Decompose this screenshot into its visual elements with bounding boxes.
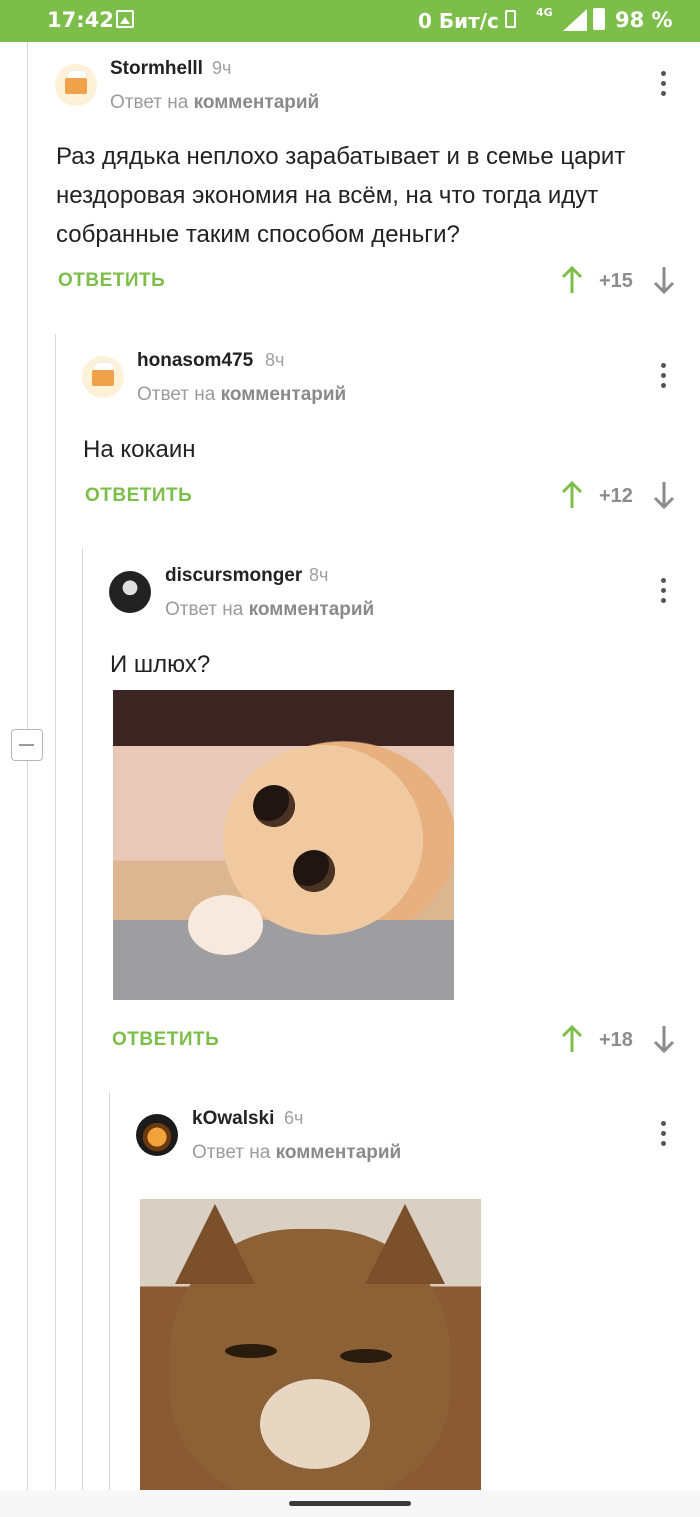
comment-username[interactable]: kOwalski — [192, 1108, 274, 1130]
thread-line[interactable] — [109, 1092, 110, 1493]
comment-image[interactable] — [140, 1199, 481, 1490]
upvote-icon[interactable] — [561, 481, 583, 509]
network-type: 4G — [536, 6, 553, 19]
more-menu-icon[interactable] — [661, 71, 667, 99]
more-menu-icon[interactable] — [661, 363, 667, 391]
upvote-icon[interactable] — [561, 266, 583, 294]
avatar[interactable] — [109, 571, 151, 613]
thread-line[interactable] — [55, 334, 56, 1493]
comment-score: +12 — [599, 485, 633, 507]
comment-text: На кокаин — [83, 436, 196, 463]
downvote-icon[interactable] — [653, 1025, 675, 1053]
reply-to-link[interactable]: комментарий — [249, 599, 375, 620]
comment-username[interactable]: discursmonger — [165, 565, 302, 587]
comment-image[interactable] — [113, 690, 454, 1000]
comment-time: 6ч — [284, 1108, 304, 1128]
battery-icon — [593, 8, 605, 30]
home-indicator[interactable] — [289, 1501, 411, 1506]
reply-button[interactable]: ОТВЕТИТЬ — [85, 485, 192, 507]
thread-line[interactable] — [27, 42, 28, 1493]
downvote-icon[interactable] — [653, 481, 675, 509]
reply-to-label: Ответ на комментарий — [110, 92, 320, 113]
network-speed: 0 Бит/с — [418, 9, 499, 33]
reply-to-link[interactable]: комментарий — [276, 1142, 402, 1163]
image-icon — [116, 10, 134, 28]
reply-to-label: Ответ на комментарий — [192, 1142, 402, 1163]
battery-level: 98 % — [615, 8, 673, 32]
status-time: 17:42 — [47, 8, 114, 32]
more-menu-icon[interactable] — [661, 578, 667, 606]
comment-time: 8ч — [265, 350, 285, 370]
reply-to-link[interactable]: комментарий — [221, 384, 347, 405]
comment-time: 9ч — [212, 58, 232, 78]
comment-text: Раз дядька неплохо зарабатывает и в семь… — [56, 143, 626, 248]
reply-to-label: Ответ на комментарий — [165, 599, 375, 620]
status-bar: 17:42 0 Бит/с 4G 98 % — [0, 0, 700, 42]
more-menu-icon[interactable] — [661, 1121, 667, 1149]
comment-text: И шлюх? — [110, 651, 211, 678]
comment-score: +18 — [599, 1029, 633, 1051]
reply-button[interactable]: ОТВЕТИТЬ — [58, 270, 165, 292]
signal-icon — [563, 9, 587, 31]
reply-to-link[interactable]: комментарий — [194, 92, 320, 113]
downvote-icon[interactable] — [653, 266, 675, 294]
upvote-icon[interactable] — [561, 1025, 583, 1053]
comment-username[interactable]: honasom475 — [137, 350, 253, 372]
thread-line[interactable] — [82, 548, 83, 1493]
collapse-thread-button[interactable] — [11, 729, 43, 761]
comment-time: 8ч — [309, 565, 329, 585]
comment-username[interactable]: Stormhelll — [110, 58, 203, 80]
comment-score: +15 — [599, 270, 633, 292]
reply-to-label: Ответ на комментарий — [137, 384, 347, 405]
avatar[interactable] — [55, 64, 97, 106]
reply-button[interactable]: ОТВЕТИТЬ — [112, 1029, 219, 1051]
vibrate-icon — [505, 10, 516, 28]
avatar[interactable] — [82, 356, 124, 398]
avatar[interactable] — [136, 1114, 178, 1156]
